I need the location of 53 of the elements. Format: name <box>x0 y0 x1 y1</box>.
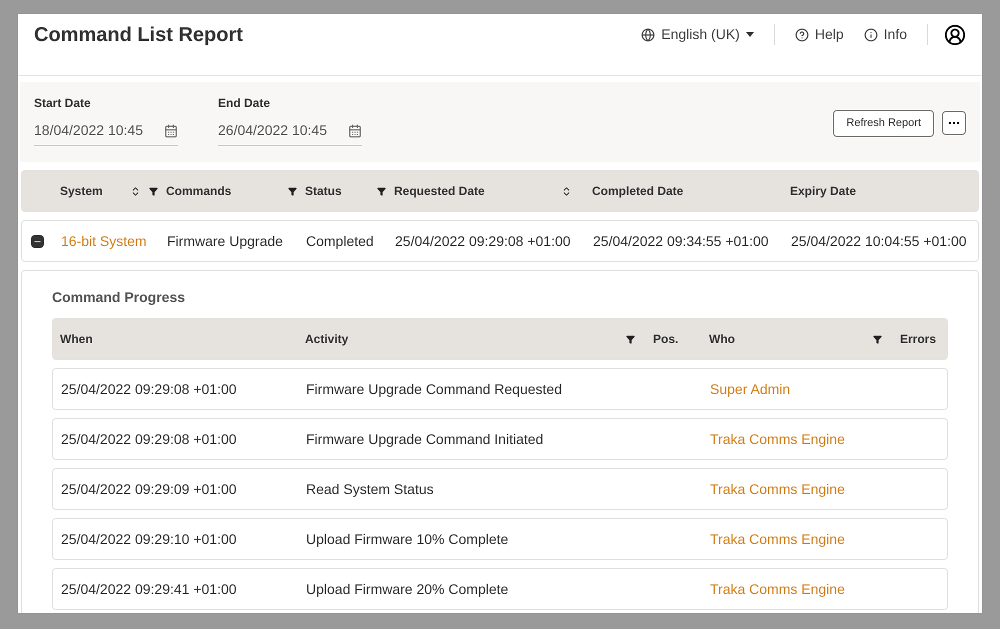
help-icon <box>794 28 809 42</box>
section-title: Command Progress <box>52 288 186 307</box>
table-cell-text: Firmware Upgrade Command Requested <box>306 380 563 399</box>
info-link[interactable]: Info <box>864 24 928 45</box>
column-header[interactable]: Completed Date <box>592 182 790 200</box>
table-cell-text: 25/04/2022 09:29:41 +01:00 <box>61 580 238 598</box>
column-header[interactable]: Activity <box>305 330 653 348</box>
table-cell: 25/04/2022 10:04:55 +01:00 <box>791 232 967 248</box>
page-title: Command List Report <box>34 22 244 48</box>
column-header[interactable]: Status <box>305 182 394 200</box>
filter-icon[interactable] <box>626 334 635 344</box>
column-header[interactable]: Requested Date <box>394 182 592 200</box>
table-row[interactable]: 16-bit System Firmware Upgrade Completed 25/04/2022 09:29:08 +01:00 25/04/2022 09:34:55 +01:00 25/04/2022 10:04:55 +01:00 <box>21 220 979 262</box>
table-cell: 25/04/2022 09:29:08 +01:00 <box>395 232 571 248</box>
user-avatar-icon[interactable] <box>944 24 966 46</box>
table-cell-text: Read System Status <box>306 480 435 499</box>
column-header[interactable]: Commands <box>166 182 305 200</box>
column-header[interactable]: Errors <box>900 330 970 348</box>
column-header[interactable]: Who <box>709 330 900 348</box>
caret-icon <box>746 32 754 37</box>
column-header[interactable]: System <box>60 182 166 200</box>
globe-icon <box>641 28 656 42</box>
refresh-report-button[interactable]: Refresh Report <box>833 110 934 137</box>
table-cell-text: Upload Firmware 10% Complete <box>306 530 510 549</box>
table-cell: Completed <box>306 232 374 248</box>
more-options-button[interactable] <box>942 111 966 135</box>
table-cell-text: 25/04/2022 09:29:09 +01:00 <box>61 480 238 498</box>
calendar-icon[interactable] <box>164 124 178 138</box>
calendar-icon[interactable] <box>348 124 362 138</box>
table-cell-text: Upload Firmware 20% Complete <box>306 580 510 599</box>
table-cell-text: 25/04/2022 09:29:08 +01:00 <box>61 380 238 398</box>
field-label: End Date <box>218 95 272 112</box>
table-cell-text: 25/04/2022 09:29:10 +01:00 <box>61 530 238 548</box>
filter-icon[interactable] <box>377 186 386 196</box>
date-field[interactable]: 26/04/2022 10:45 <box>218 120 362 146</box>
field-label: Start Date <box>34 95 92 112</box>
help-link[interactable]: Help <box>774 24 864 45</box>
table-cell: Firmware Upgrade <box>167 232 283 248</box>
filter-icon[interactable] <box>149 186 158 196</box>
sort-icon[interactable] <box>561 186 572 196</box>
table-cell-text: Firmware Upgrade Command Initiated <box>306 430 544 449</box>
filter-icon[interactable] <box>288 186 297 196</box>
table-cell-text: 25/04/2022 09:29:08 +01:00 <box>61 430 238 448</box>
date-field[interactable]: 18/04/2022 10:45 <box>34 120 178 146</box>
info-icon <box>864 28 878 42</box>
column-header[interactable]: Pos. <box>653 330 709 348</box>
filter-icon[interactable] <box>873 334 882 344</box>
collapse-button[interactable] <box>31 234 44 248</box>
sort-icon[interactable] <box>130 186 141 196</box>
language-dropdown[interactable]: English (UK) <box>641 24 775 45</box>
column-header[interactable]: Expiry Date <box>790 182 976 200</box>
table-cell: 25/04/2022 09:34:55 +01:00 <box>593 232 769 248</box>
column-header[interactable]: When <box>60 330 305 348</box>
